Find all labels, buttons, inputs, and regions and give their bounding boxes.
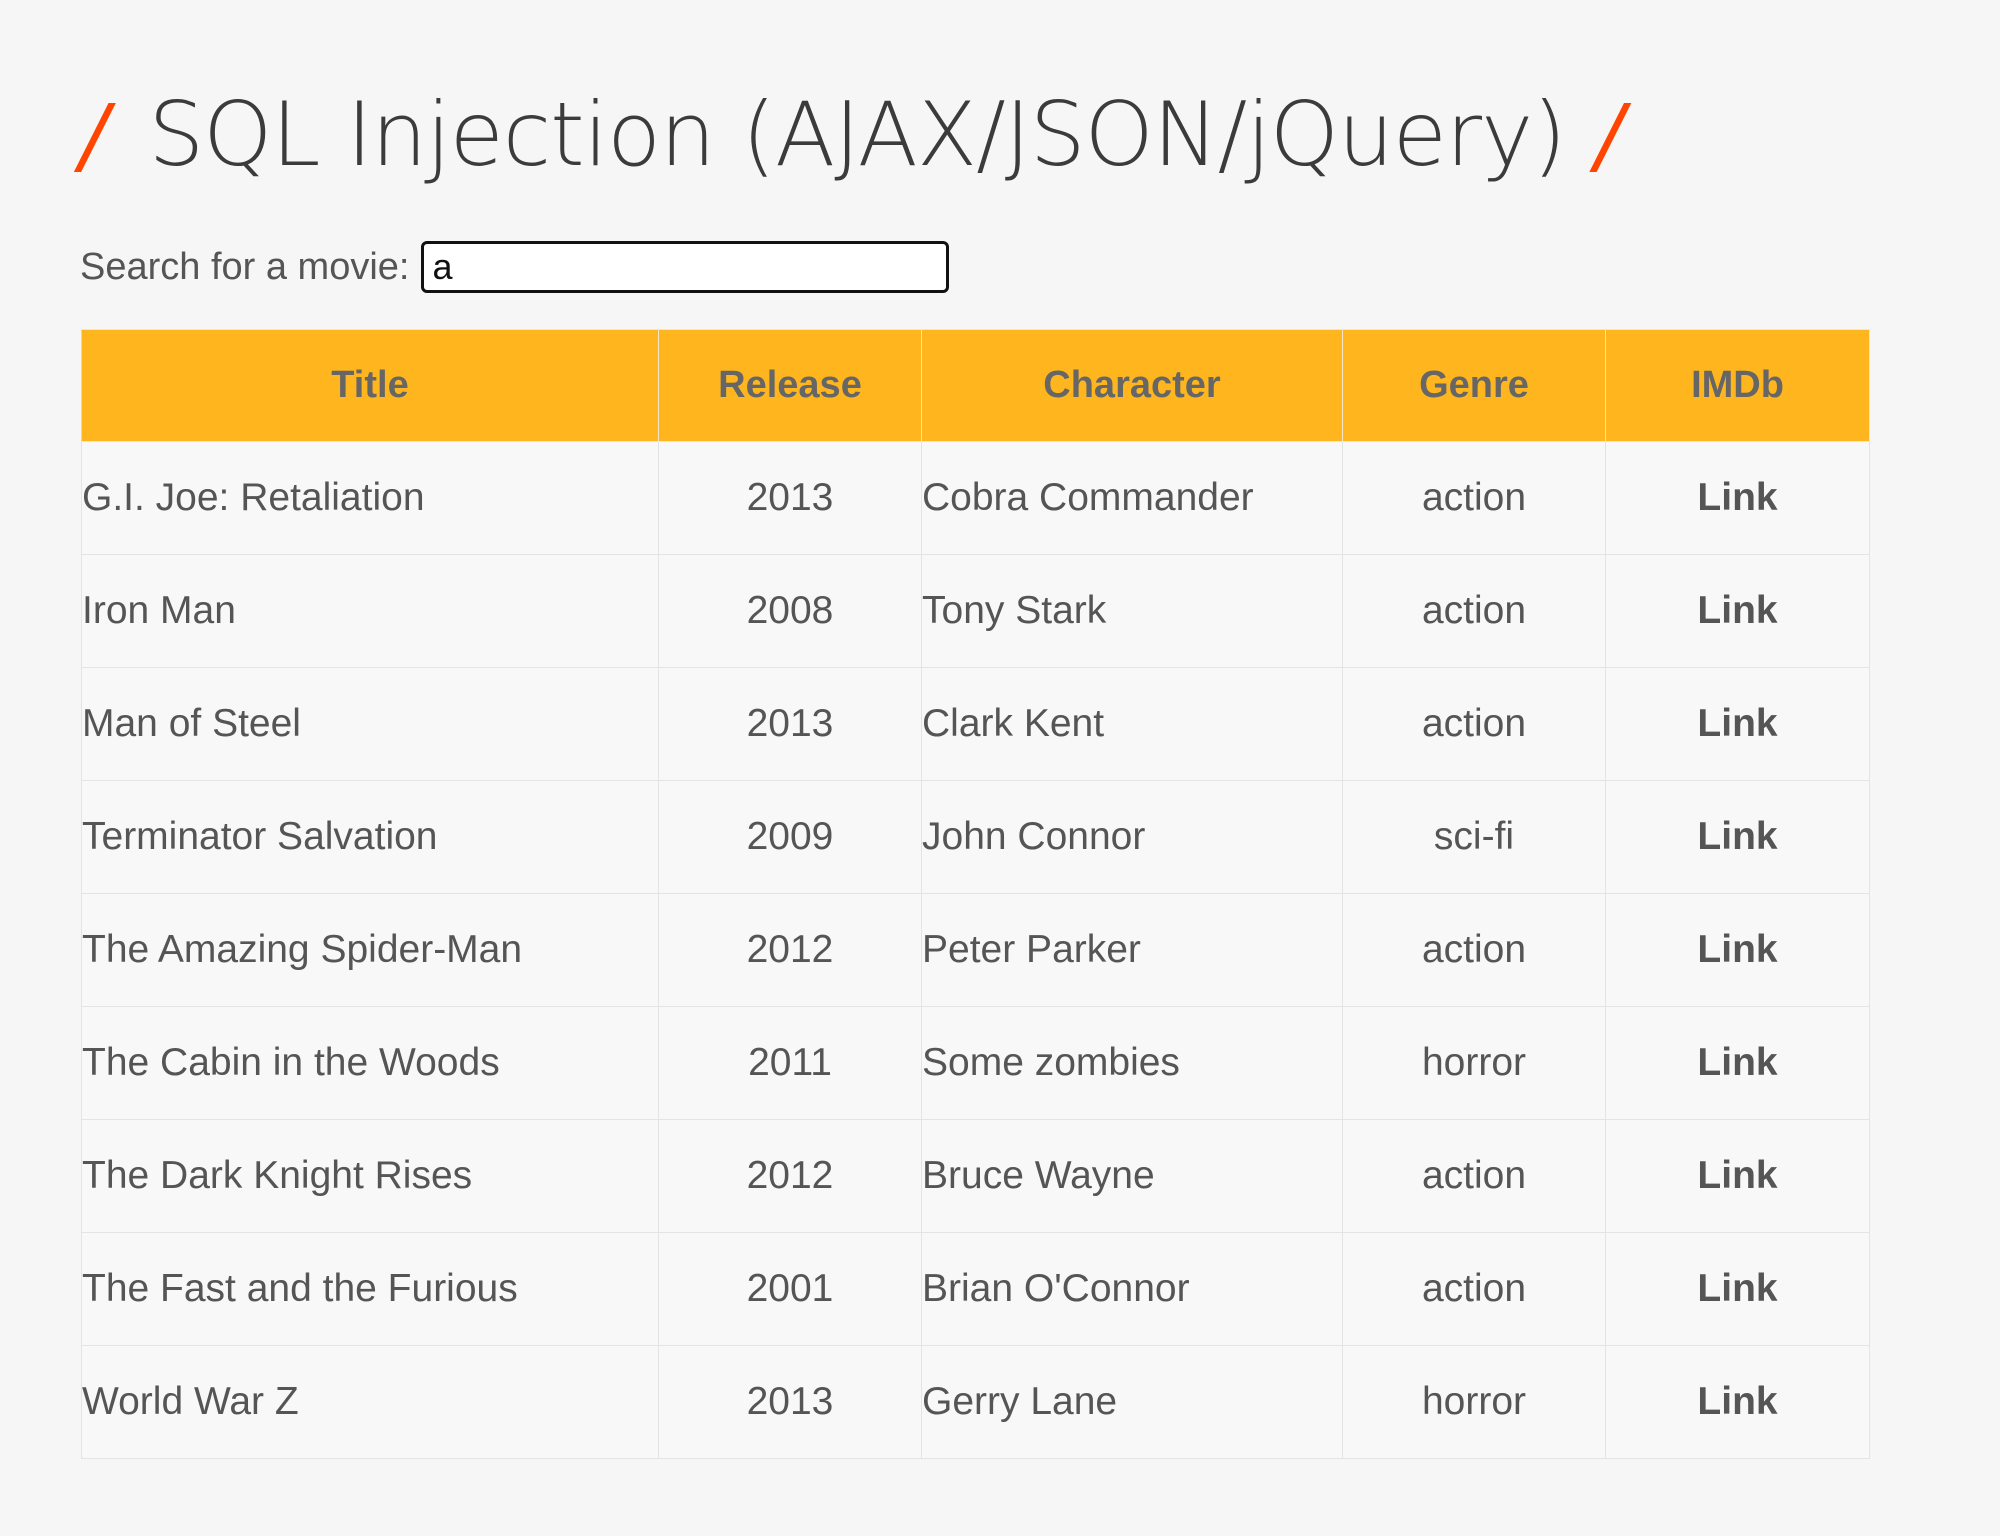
cell-character: Tony Stark [921,554,1343,668]
cell-character: Cobra Commander [921,441,1343,555]
imdb-link[interactable]: Link [1697,928,1777,971]
page-title-text: SQL Injection (AJAX/JSON/jQuery) [148,83,1566,186]
movie-search-input[interactable] [421,241,950,293]
imdb-link[interactable]: Link [1697,476,1777,519]
cell-character: Bruce Wayne [921,1119,1343,1233]
table-row: The Cabin in the Woods 2011 Some zombies… [81,1006,1870,1120]
cell-release: 2008 [658,554,922,668]
imdb-link[interactable]: Link [1697,815,1777,858]
header-release: Release [658,329,922,442]
cell-imdb: Link [1605,1232,1870,1346]
cell-release: 2013 [658,667,922,781]
search-label: Search for a movie: [80,245,410,288]
cell-character: John Connor [921,780,1343,894]
title-slash-left: / [80,86,109,184]
title-slash-right: / [1595,86,1624,184]
imdb-link[interactable]: Link [1697,1267,1777,1310]
table-row: The Dark Knight Rises 2012 Bruce Wayne a… [81,1119,1870,1233]
table-row: The Amazing Spider-Man 2012 Peter Parker… [81,893,1870,1007]
search-form: Search for a movie: [80,238,950,296]
cell-genre: action [1342,667,1606,781]
table-row: World War Z 2013 Gerry Lane horror Link [81,1345,1870,1459]
table-row: Man of Steel 2013 Clark Kent action Link [81,667,1870,781]
table-row: G.I. Joe: Retaliation 2013 Cobra Command… [81,441,1870,555]
table-row: Iron Man 2008 Tony Stark action Link [81,554,1870,668]
header-character: Character [921,329,1343,442]
imdb-link[interactable]: Link [1697,1380,1777,1423]
cell-release: 2001 [658,1232,922,1346]
cell-title: World War Z [81,1345,659,1459]
header-imdb: IMDb [1605,329,1870,442]
cell-genre: action [1342,1119,1606,1233]
cell-genre: action [1342,893,1606,1007]
cell-genre: horror [1342,1006,1606,1120]
cell-title: The Fast and the Furious [81,1232,659,1346]
header-title: Title [81,329,659,442]
imdb-link[interactable]: Link [1697,1154,1777,1197]
table-row: Terminator Salvation 2009 John Connor sc… [81,780,1870,894]
cell-title: The Cabin in the Woods [81,1006,659,1120]
cell-release: 2012 [658,1119,922,1233]
cell-title: The Dark Knight Rises [81,1119,659,1233]
table-header-row: Title Release Character Genre IMDb [81,329,1870,442]
cell-imdb: Link [1605,780,1870,894]
cell-character: Clark Kent [921,667,1343,781]
cell-release: 2009 [658,780,922,894]
cell-character: Gerry Lane [921,1345,1343,1459]
cell-imdb: Link [1605,667,1870,781]
table-row: The Fast and the Furious 2001 Brian O'Co… [81,1232,1870,1346]
cell-imdb: Link [1605,1119,1870,1233]
imdb-link[interactable]: Link [1697,589,1777,632]
cell-release: 2013 [658,1345,922,1459]
cell-title: Man of Steel [81,667,659,781]
header-genre: Genre [1342,329,1606,442]
cell-title: G.I. Joe: Retaliation [81,441,659,555]
cell-imdb: Link [1605,1006,1870,1120]
cell-character: Some zombies [921,1006,1343,1120]
cell-release: 2012 [658,893,922,1007]
movies-table: Title Release Character Genre IMDb G.I. … [81,329,1870,1459]
imdb-link[interactable]: Link [1697,702,1777,745]
cell-imdb: Link [1605,893,1870,1007]
page-title: / SQL Injection (AJAX/JSON/jQuery) / [80,70,1624,200]
cell-genre: action [1342,441,1606,555]
cell-character: Brian O'Connor [921,1232,1343,1346]
cell-genre: action [1342,554,1606,668]
cell-imdb: Link [1605,1345,1870,1459]
cell-character: Peter Parker [921,893,1343,1007]
cell-title: Iron Man [81,554,659,668]
cell-release: 2011 [658,1006,922,1120]
cell-imdb: Link [1605,441,1870,555]
cell-release: 2013 [658,441,922,555]
cell-genre: horror [1342,1345,1606,1459]
cell-genre: sci-fi [1342,780,1606,894]
cell-title: The Amazing Spider-Man [81,893,659,1007]
imdb-link[interactable]: Link [1697,1041,1777,1084]
cell-genre: action [1342,1232,1606,1346]
cell-title: Terminator Salvation [81,780,659,894]
cell-imdb: Link [1605,554,1870,668]
